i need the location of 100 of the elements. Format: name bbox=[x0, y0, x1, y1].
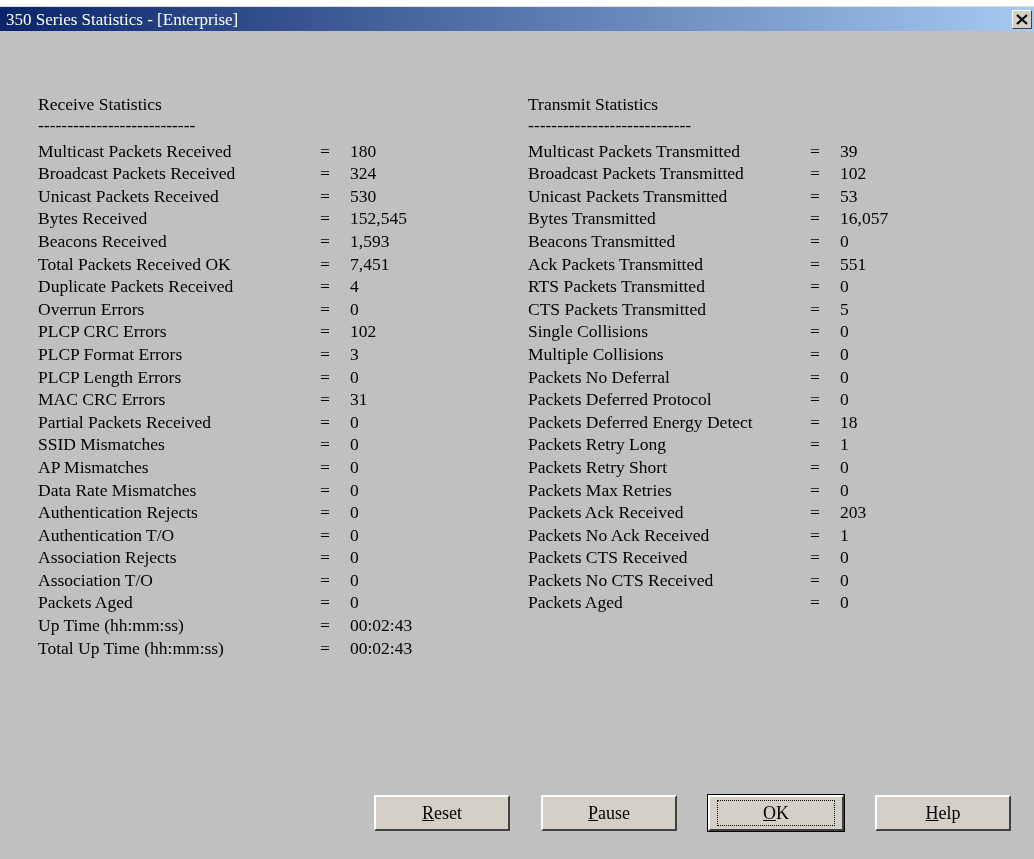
stat-value: 0 bbox=[350, 478, 359, 502]
equals-sign: = bbox=[810, 139, 821, 163]
stat-label: Packets Retry Long bbox=[528, 433, 668, 456]
dialog-button[interactable]: Help bbox=[875, 795, 1011, 831]
stat-value: 0 bbox=[840, 546, 849, 569]
equals-sign: = bbox=[320, 320, 331, 343]
stat-label: Multicast Packets Transmitted bbox=[528, 139, 741, 163]
equals-sign: = bbox=[810, 568, 821, 592]
stat-value: 0 bbox=[840, 320, 849, 343]
section-heading: Receive Statistics bbox=[38, 93, 163, 116]
stat-label: Data Rate Mismatches bbox=[38, 478, 198, 502]
stat-value: 0 bbox=[350, 546, 359, 569]
dialog-button[interactable]: Reset bbox=[374, 795, 510, 831]
stat-value: 0 bbox=[350, 455, 359, 479]
equals-sign: = bbox=[810, 229, 821, 253]
stat-value: 39 bbox=[840, 139, 858, 163]
stat-value: 0 bbox=[350, 433, 359, 456]
stat-label: Packets No CTS Received bbox=[528, 568, 715, 592]
stat-value: 31 bbox=[350, 388, 368, 411]
equals-sign: = bbox=[320, 252, 331, 276]
stat-value: 102 bbox=[350, 320, 377, 343]
stat-label: Association T/O bbox=[38, 568, 154, 592]
stat-label: Packets No Deferral bbox=[528, 365, 671, 389]
stat-label: Packets No Ack Received bbox=[528, 523, 711, 547]
stat-value: 0 bbox=[840, 365, 849, 389]
equals-sign: = bbox=[320, 207, 331, 230]
close-icon bbox=[1016, 13, 1028, 25]
stat-value: 0 bbox=[840, 455, 849, 479]
stat-label: Authentication T/O bbox=[38, 523, 176, 547]
equals-sign: = bbox=[320, 455, 331, 479]
stat-value: 0 bbox=[840, 229, 849, 253]
stat-label: PLCP Format Errors bbox=[38, 342, 184, 366]
equals-sign: = bbox=[810, 410, 821, 434]
dialog-button[interactable]: OK bbox=[708, 795, 844, 831]
equals-sign: = bbox=[810, 207, 821, 230]
stat-label: CTS Packets Transmitted bbox=[528, 297, 707, 321]
stat-label: Total Packets Received OK bbox=[38, 252, 232, 276]
stat-value: 0 bbox=[350, 501, 359, 524]
equals-sign: = bbox=[810, 433, 821, 456]
equals-sign: = bbox=[810, 320, 821, 343]
stat-label: Packets Retry Short bbox=[528, 455, 668, 479]
stat-label: Beacons Transmitted bbox=[528, 229, 677, 253]
equals-sign: = bbox=[320, 139, 331, 163]
stat-label: Total Up Time (hh:mm:ss) bbox=[38, 636, 225, 660]
stat-value: 00:02:43 bbox=[350, 636, 413, 660]
stat-label: Unicast Packets Received bbox=[38, 184, 220, 208]
stat-label: Authentication Rejects bbox=[38, 501, 199, 524]
stat-value: 203 bbox=[840, 501, 867, 524]
stat-value: 0 bbox=[350, 523, 359, 547]
stat-label: Packets Ack Received bbox=[528, 501, 685, 524]
section-heading: Transmit Statistics bbox=[528, 93, 660, 116]
stat-label: Bytes Transmitted bbox=[528, 207, 657, 230]
stat-label: Broadcast Packets Received bbox=[38, 162, 237, 185]
window-title: 350 Series Statistics - [Enterprise] bbox=[6, 10, 239, 28]
equals-sign: = bbox=[810, 365, 821, 389]
stat-label: Association Rejects bbox=[38, 546, 178, 569]
stat-label: Unicast Packets Transmitted bbox=[528, 184, 729, 208]
stat-label: Broadcast Packets Transmitted bbox=[528, 162, 745, 185]
equals-sign: = bbox=[320, 365, 331, 389]
stat-label: Duplicate Packets Received bbox=[38, 275, 235, 298]
equals-sign: = bbox=[810, 478, 821, 502]
equals-sign: = bbox=[810, 184, 821, 208]
stat-label: Packets Deferred Energy Detect bbox=[528, 410, 754, 434]
stat-value: 0 bbox=[350, 410, 359, 434]
stat-label: MAC CRC Errors bbox=[38, 388, 167, 411]
stat-value: 4 bbox=[350, 275, 359, 298]
equals-sign: = bbox=[320, 297, 331, 321]
stat-value: 0 bbox=[840, 388, 849, 411]
stat-value: 3 bbox=[350, 342, 359, 366]
equals-sign: = bbox=[320, 501, 331, 524]
stat-value: 0 bbox=[840, 568, 849, 592]
stat-label: Partial Packets Received bbox=[38, 410, 212, 434]
equals-sign: = bbox=[320, 275, 331, 298]
stat-value: 324 bbox=[350, 162, 377, 185]
stat-value: 0 bbox=[350, 568, 359, 592]
equals-sign: = bbox=[320, 342, 331, 366]
dashed-rule: --------------------------- bbox=[38, 117, 197, 132]
stat-value: 1 bbox=[840, 523, 849, 547]
dialog-button[interactable]: Pause bbox=[541, 795, 677, 831]
stat-value: 1 bbox=[840, 433, 849, 456]
stat-label: Packets Aged bbox=[528, 591, 624, 615]
equals-sign: = bbox=[810, 297, 821, 321]
equals-sign: = bbox=[810, 342, 821, 366]
equals-sign: = bbox=[810, 591, 821, 615]
stat-value: 00:02:43 bbox=[350, 614, 413, 637]
equals-sign: = bbox=[320, 162, 331, 185]
stat-label: Bytes Received bbox=[38, 207, 149, 230]
stat-value: 18 bbox=[840, 410, 858, 434]
equals-sign: = bbox=[320, 568, 331, 592]
equals-sign: = bbox=[810, 275, 821, 298]
equals-sign: = bbox=[320, 229, 331, 253]
stat-value: 0 bbox=[840, 591, 849, 615]
stat-value: 0 bbox=[350, 591, 359, 615]
dashed-rule: ---------------------------- bbox=[528, 117, 693, 132]
stat-value: 530 bbox=[350, 184, 377, 208]
stat-value: 0 bbox=[840, 275, 849, 298]
stat-label: Packets CTS Received bbox=[528, 546, 689, 569]
close-button[interactable] bbox=[1012, 9, 1032, 29]
stat-label: Multiple Collisions bbox=[528, 342, 665, 366]
equals-sign: = bbox=[320, 523, 331, 547]
